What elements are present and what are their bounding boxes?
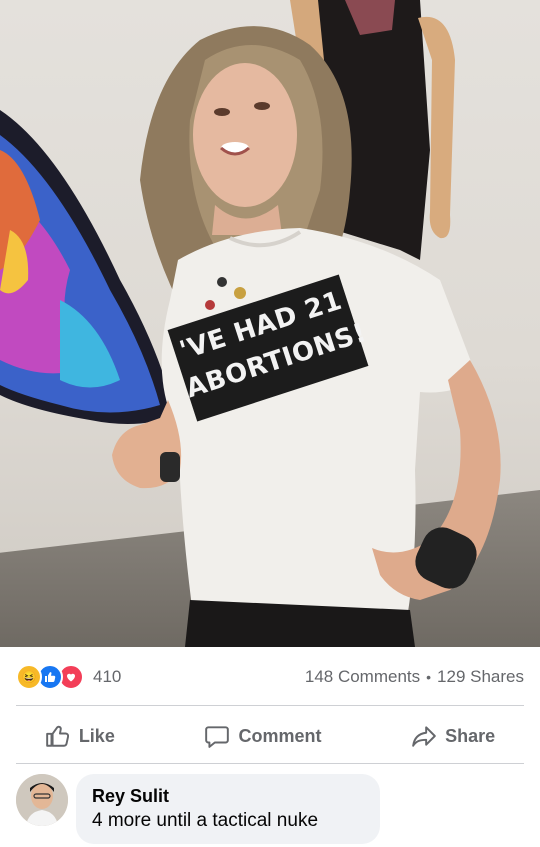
like-label: Like xyxy=(78,725,115,746)
share-arrow-icon xyxy=(412,726,436,747)
reaction-summary[interactable]: 😆 410 xyxy=(16,664,121,690)
haha-icon: 😆 xyxy=(16,664,42,690)
divider-top xyxy=(16,705,524,706)
comment-label: Comment xyxy=(238,725,322,746)
like-button[interactable]: Like xyxy=(45,723,115,749)
engagement-counts: 148 Comments • 129 Shares xyxy=(305,667,524,687)
share-label: Share xyxy=(445,725,496,746)
post-action-bar: Like Comment Share xyxy=(0,710,540,762)
comment-author[interactable]: Rey Sulit xyxy=(92,784,364,808)
avatar[interactable] xyxy=(16,774,68,826)
post-stats: 😆 410 148 Comments • 129 Shares xyxy=(16,660,524,694)
shares-count[interactable]: 129 Shares xyxy=(437,667,524,687)
comment-text: 4 more until a tactical nuke xyxy=(92,810,319,831)
thumbs-up-icon xyxy=(46,725,69,747)
share-button[interactable]: Share xyxy=(411,723,495,749)
divider-bottom xyxy=(16,763,524,764)
comment-icon xyxy=(205,726,230,748)
comment-bubble[interactable]: Rey Sulit 4 more until a tactical nuke xyxy=(76,774,380,844)
separator-dot: • xyxy=(426,669,432,685)
post-photo[interactable]: 'VE HAD 21 ABORTIONS! xyxy=(0,0,540,647)
comments-count[interactable]: 148 Comments xyxy=(305,667,420,687)
reaction-count: 410 xyxy=(93,667,122,686)
comment-button[interactable]: Comment xyxy=(204,723,322,749)
comment-item: Rey Sulit 4 more until a tactical nuke xyxy=(16,774,380,844)
